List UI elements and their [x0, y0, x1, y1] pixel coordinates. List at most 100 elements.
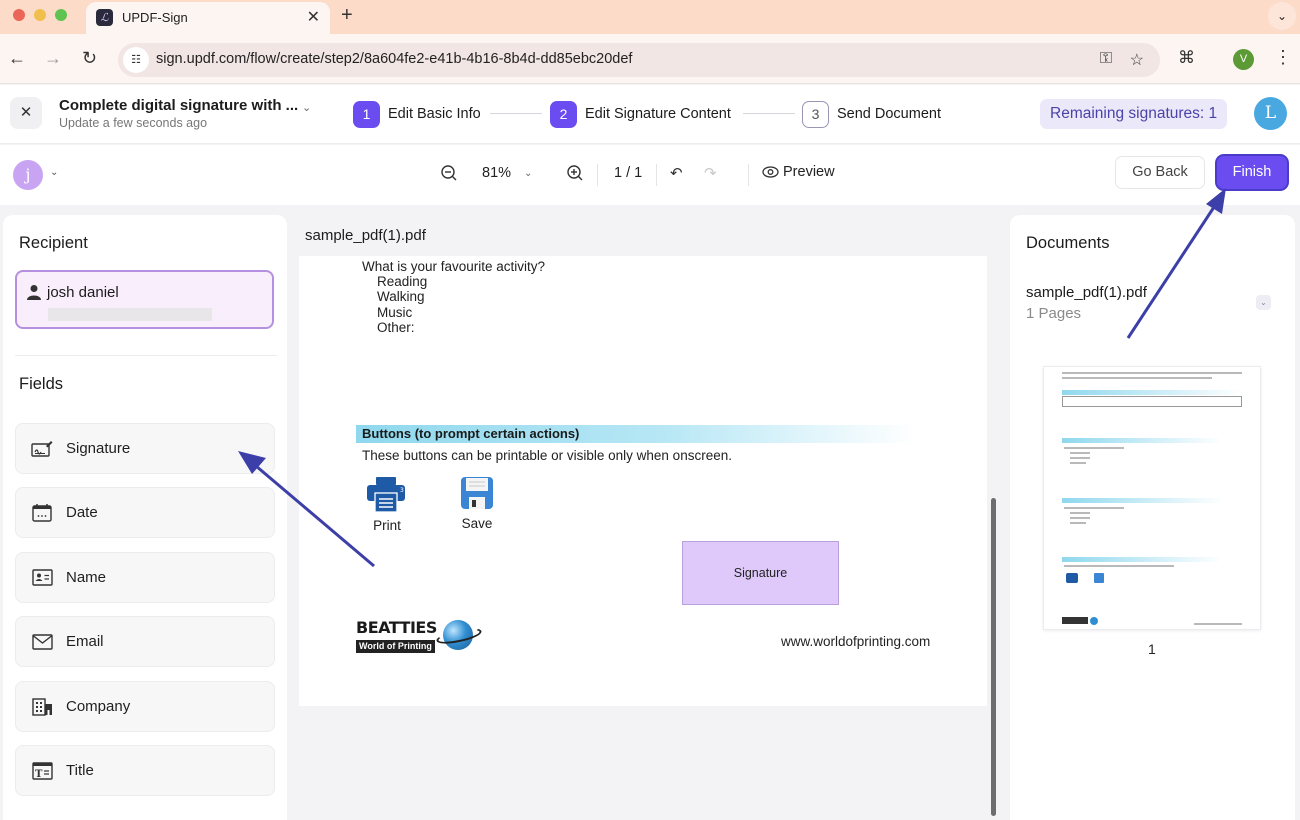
- browser-menu-icon[interactable]: ⋮: [1274, 47, 1292, 68]
- window-zoom-button[interactable]: [55, 9, 67, 21]
- right-panel: Documents sample_pdf(1).pdf 1 Pages ⌄ 1: [1010, 215, 1295, 820]
- building-icon: [31, 697, 53, 717]
- field-label: Date: [66, 504, 98, 521]
- new-tab-button[interactable]: +: [341, 4, 353, 27]
- svg-text:3: 3: [400, 487, 404, 494]
- field-item-date[interactable]: Date: [15, 487, 275, 538]
- tab-title: UPDF-Sign: [122, 10, 188, 25]
- pdf-save-button[interactable]: Save: [460, 476, 494, 531]
- close-flow-button[interactable]: ✕: [10, 97, 42, 129]
- thumb-form-table: [1062, 396, 1242, 407]
- address-bar[interactable]: ☷ sign.updf.com/flow/create/step2/8a604f…: [118, 43, 1160, 77]
- field-item-title[interactable]: T Title: [15, 745, 275, 796]
- field-label: Signature: [66, 440, 131, 457]
- zoom-level[interactable]: 81%: [482, 165, 511, 181]
- document-expand-chevron-icon[interactable]: ⌄: [1256, 295, 1271, 310]
- recipient-card[interactable]: josh daniel: [15, 270, 274, 329]
- step-connector: [743, 113, 795, 114]
- pdf-option: Reading: [377, 274, 428, 289]
- field-item-company[interactable]: Company: [15, 681, 275, 732]
- thumb-save-icon: [1094, 573, 1104, 583]
- field-label: Email: [66, 633, 104, 650]
- recipient-email-redacted: [48, 308, 212, 321]
- field-label: Title: [66, 762, 94, 779]
- document-title[interactable]: Complete digital signature with ...: [59, 97, 298, 114]
- browser-profile-avatar[interactable]: V: [1233, 49, 1254, 70]
- signature-icon: [31, 439, 53, 459]
- recipient-name: josh daniel: [47, 284, 119, 301]
- document-file-name: sample_pdf(1).pdf: [305, 227, 426, 244]
- pdf-print-button[interactable]: 3 Print: [365, 476, 409, 533]
- recipient-avatar[interactable]: j: [13, 160, 43, 190]
- thumb-text-line: [1064, 507, 1124, 509]
- zoom-chevron-down-icon[interactable]: ⌄: [524, 168, 532, 179]
- site-settings-icon[interactable]: ☷: [123, 47, 149, 73]
- eye-icon: [762, 166, 779, 178]
- field-item-name[interactable]: Name: [15, 552, 275, 603]
- recipient-chevron-down-icon[interactable]: ⌄: [50, 167, 58, 178]
- window-minimize-button[interactable]: [34, 9, 46, 21]
- thumbnail-page-number: 1: [1148, 641, 1156, 657]
- page-indicator: 1 / 1: [614, 165, 643, 181]
- extensions-puzzle-icon[interactable]: ⌘: [1178, 48, 1195, 68]
- tab-search-chevron-icon[interactable]: ⌄: [1268, 2, 1296, 30]
- updf-favicon-icon: ℒ: [96, 9, 113, 26]
- page-thumbnail[interactable]: [1043, 366, 1261, 630]
- fields-heading: Fields: [19, 375, 64, 393]
- step-edit-basic-info[interactable]: 1 Edit Basic Info: [353, 100, 481, 128]
- pdf-website: www.worldofprinting.com: [781, 634, 931, 649]
- svg-text:T: T: [35, 769, 43, 780]
- app-header: ✕ Complete digital signature with ... Up…: [0, 85, 1300, 144]
- field-item-signature[interactable]: Signature: [15, 423, 275, 474]
- window-close-button[interactable]: [13, 9, 25, 21]
- logo-top-text: BEATTIES: [356, 618, 437, 637]
- zoom-out-icon[interactable]: [440, 164, 458, 186]
- toolbar-divider: [597, 164, 598, 186]
- title-dropdown-chevron-icon[interactable]: ⌄: [302, 101, 311, 114]
- zoom-in-icon[interactable]: [566, 164, 584, 186]
- back-arrow-icon[interactable]: ←: [8, 48, 26, 69]
- thumb-text-line: [1070, 512, 1090, 514]
- reload-icon[interactable]: ↻: [82, 48, 97, 69]
- preview-button[interactable]: Preview: [762, 164, 835, 180]
- signature-field-placeholder[interactable]: Signature: [682, 541, 839, 605]
- step-edit-signature-content[interactable]: 2 Edit Signature Content: [550, 100, 731, 128]
- step-send-document[interactable]: 3 Send Document: [802, 100, 941, 128]
- floppy-save-icon: [461, 477, 493, 509]
- bookmark-star-icon[interactable]: ☆: [1130, 50, 1144, 70]
- thumb-text-line: [1064, 565, 1174, 567]
- password-key-icon[interactable]: ⚿: [1100, 50, 1112, 68]
- url-text[interactable]: sign.updf.com/flow/create/step2/8a604fe2…: [156, 51, 632, 67]
- step-connector: [490, 113, 542, 114]
- pdf-save-label: Save: [461, 516, 493, 531]
- undo-icon[interactable]: ↶: [670, 164, 683, 182]
- preview-label: Preview: [783, 164, 835, 180]
- field-item-email[interactable]: Email: [15, 616, 275, 667]
- pdf-option: Music: [377, 305, 413, 320]
- logo-bottom-text: World of Printing: [356, 640, 435, 653]
- tab-close-icon[interactable]: ✕: [307, 7, 320, 27]
- thumb-text-line: [1070, 452, 1090, 454]
- step-number: 1: [353, 100, 380, 128]
- thumb-logo: [1062, 617, 1088, 624]
- step-label: Edit Basic Info: [388, 106, 481, 122]
- account-avatar[interactable]: L: [1254, 97, 1287, 130]
- document-list-file-name[interactable]: sample_pdf(1).pdf: [1026, 284, 1147, 301]
- document-scrollbar[interactable]: [991, 498, 996, 816]
- pdf-option: Walking: [377, 289, 425, 304]
- go-back-button[interactable]: Go Back: [1115, 156, 1205, 189]
- browser-tab[interactable]: ℒ UPDF-Sign ✕: [86, 2, 330, 34]
- thumb-globe: [1090, 617, 1098, 625]
- pdf-page[interactable]: What is your favourite activity? Reading…: [299, 256, 987, 706]
- document-page-count: 1 Pages: [1026, 305, 1082, 322]
- thumb-text-line: [1070, 462, 1086, 464]
- thumb-text-line: [1064, 447, 1124, 449]
- forward-arrow-icon[interactable]: →: [44, 48, 62, 69]
- thumb-text-line: [1070, 457, 1090, 459]
- redo-icon[interactable]: ↷: [704, 164, 717, 182]
- envelope-icon: [31, 632, 53, 652]
- thumb-section-band: [1062, 557, 1222, 562]
- finish-button[interactable]: Finish: [1217, 156, 1287, 189]
- beatties-logo: BEATTIES World of Printing: [356, 618, 483, 654]
- browser-toolbar: ← → ↻ ☷ sign.updf.com/flow/create/step2/…: [0, 34, 1300, 84]
